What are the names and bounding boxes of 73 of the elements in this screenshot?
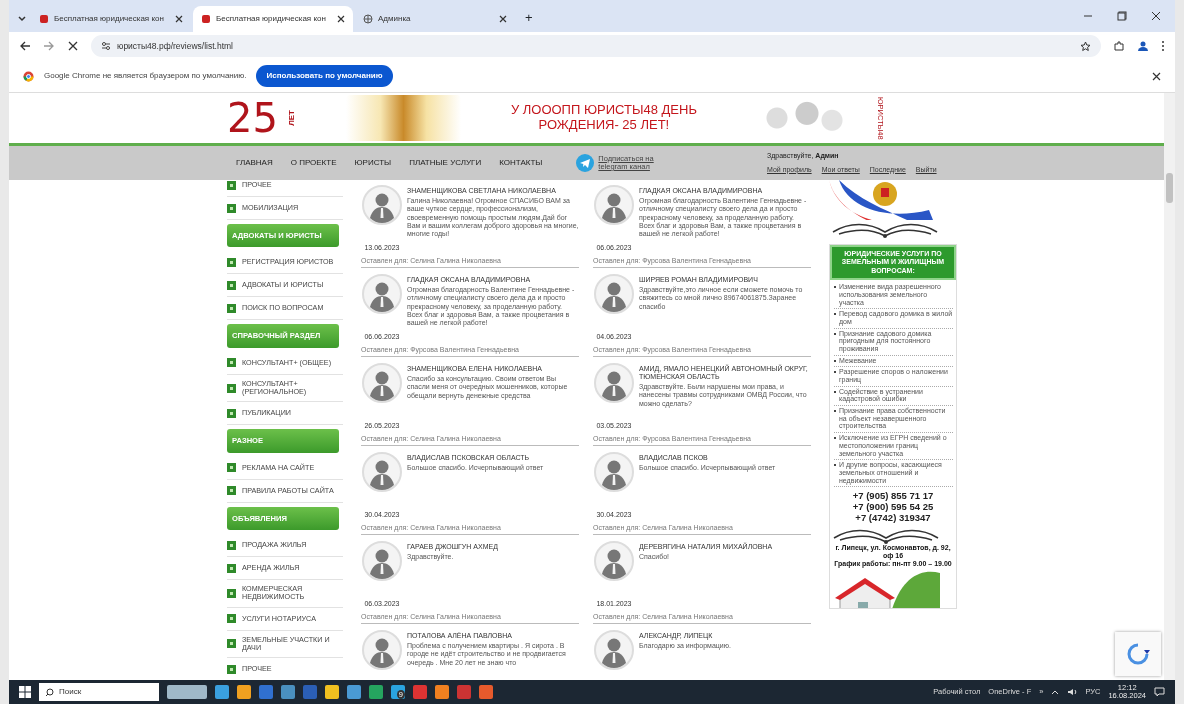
forward-icon[interactable] <box>43 40 55 52</box>
bullet-icon <box>227 463 236 473</box>
bullet-icon <box>227 257 236 267</box>
new-tab-button[interactable]: + <box>525 11 533 24</box>
bullet-icon <box>227 639 236 649</box>
globe-icon <box>363 14 373 24</box>
bullet-icon <box>227 408 236 418</box>
avatar-silhouette <box>594 630 634 670</box>
bullet-icon <box>227 203 236 213</box>
bullet-icon <box>227 358 236 368</box>
banner-headline: У ЛОООПП ЮРИСТЫ48 ДЕНЬ РОЖДЕНИЯ- 25 ЛЕТ! <box>509 103 698 133</box>
avatar-silhouette <box>362 630 402 670</box>
avatar-silhouette <box>362 274 402 314</box>
browser-tab[interactable]: Бесплатная юридическая кон <box>31 6 191 32</box>
nav-link[interactable]: ЮРИСТЫ <box>345 157 401 169</box>
avatar-silhouette <box>594 185 634 225</box>
avatar-silhouette <box>594 541 634 581</box>
avatar-silhouette <box>362 185 402 225</box>
close-icon[interactable] <box>1151 11 1161 21</box>
bullet-icon <box>227 486 236 496</box>
anniversary-word: ЛЕТ <box>285 110 297 126</box>
bullet-icon <box>227 588 236 598</box>
start-icon[interactable] <box>19 686 31 698</box>
address-bar[interactable]: юристы48.рф/reviews/list.html <box>91 35 1101 57</box>
nav-link[interactable]: О ПРОЕКТЕ <box>281 157 346 169</box>
star-icon[interactable] <box>1080 40 1091 52</box>
chrome-logo-icon <box>23 70 34 82</box>
close-icon[interactable] <box>175 15 183 23</box>
close-icon[interactable] <box>337 15 345 23</box>
nav-link[interactable]: ПЛАТНЫЕ УСЛУГИ <box>400 157 491 169</box>
phone-number: +7 (905) 855 71 17 <box>851 491 935 503</box>
nav-link[interactable]: ГЛАВНАЯ <box>227 157 282 169</box>
avatar-silhouette <box>594 274 634 314</box>
bullet-icon <box>227 180 236 190</box>
avatar-silhouette <box>362 541 402 581</box>
bullet-icon <box>227 664 236 674</box>
avatar-silhouette <box>362 452 402 492</box>
site-settings-icon <box>101 41 111 51</box>
telegram-icon[interactable] <box>576 154 595 172</box>
avatar-silhouette <box>594 452 634 492</box>
menu-icon[interactable] <box>1161 40 1165 52</box>
avatar-silhouette <box>594 363 634 403</box>
back-icon[interactable] <box>19 40 31 52</box>
browser-tab[interactable]: Админка <box>355 6 515 32</box>
search-icon <box>45 687 54 697</box>
stop-icon[interactable] <box>67 40 79 52</box>
notifications-icon[interactable] <box>1154 687 1165 697</box>
extensions-icon[interactable] <box>1113 40 1125 52</box>
bullet-icon <box>227 383 236 393</box>
recaptcha-badge[interactable] <box>1115 632 1161 676</box>
set-default-button[interactable]: Использовать по умолчанию <box>256 65 393 87</box>
close-icon[interactable] <box>499 15 507 23</box>
favicon-icon <box>39 14 49 24</box>
profile-icon[interactable] <box>1137 40 1149 52</box>
bullet-icon <box>227 303 236 313</box>
anniversary-number: 25 <box>227 98 278 138</box>
bullet-icon <box>227 280 236 290</box>
close-icon[interactable] <box>1152 71 1161 81</box>
browser-tab[interactable]: Бесплатная юридическая кон <box>193 6 353 32</box>
scrollbar[interactable] <box>1164 93 1175 680</box>
bullet-icon <box>227 563 236 573</box>
speaker-icon[interactable] <box>1067 688 1078 696</box>
nav-link[interactable]: КОНТАКТЫ <box>490 157 552 169</box>
restore-icon[interactable] <box>1117 11 1127 21</box>
default-browser-message: Google Chrome не является браузером по умолчанию. <box>44 70 247 82</box>
avatar-silhouette <box>362 363 402 403</box>
bullet-icon <box>227 540 236 550</box>
phone-number: +7 (4742) 319347 <box>854 513 932 525</box>
taskbar-search-field[interactable]: Поиск <box>39 683 159 701</box>
phone-number: +7 (900) 595 54 25 <box>851 502 935 514</box>
favicon-icon <box>201 14 211 24</box>
bullet-icon <box>227 614 236 624</box>
url-text: юристы48.рф/reviews/list.html <box>117 39 233 53</box>
